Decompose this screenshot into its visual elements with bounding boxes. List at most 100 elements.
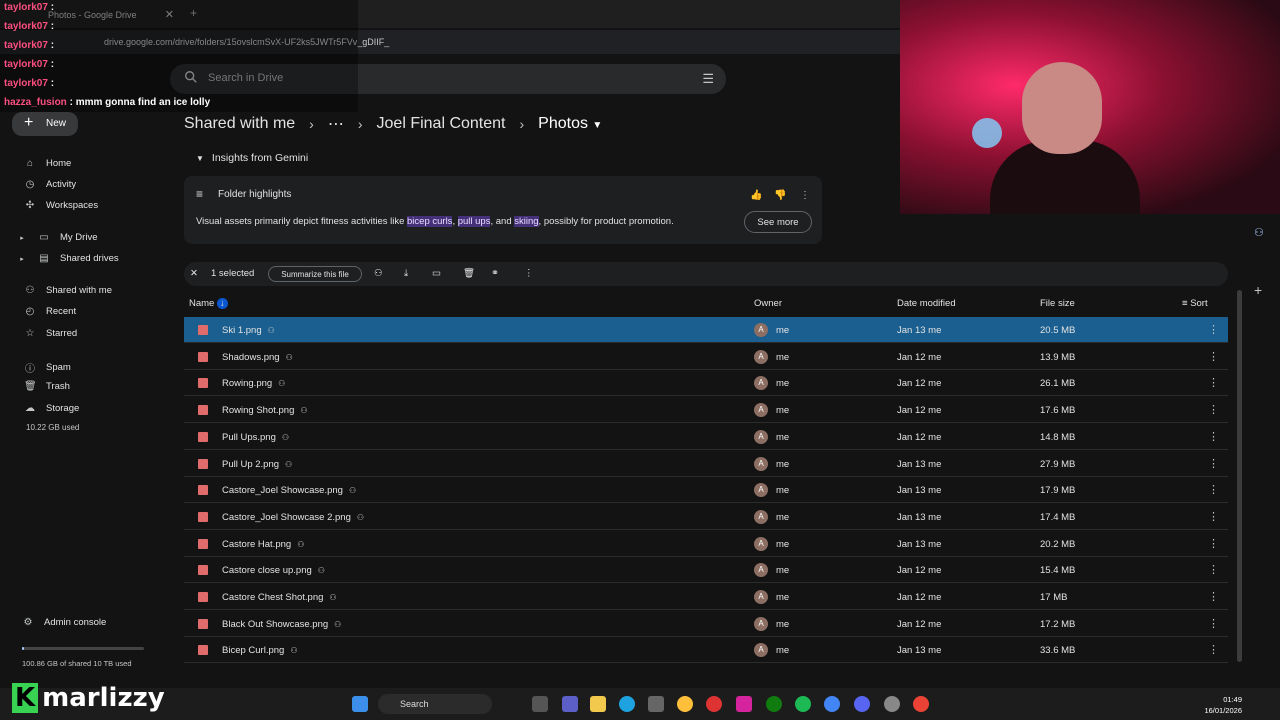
- file-name[interactable]: Castore Hat.png ⚇: [222, 539, 304, 550]
- more-vert-icon[interactable]: ⋮: [1208, 483, 1219, 496]
- move-icon[interactable]: ▭: [432, 268, 441, 279]
- highlight-skiing[interactable]: skiing: [514, 216, 539, 227]
- taskbar-search[interactable]: Search: [378, 694, 492, 714]
- delete-icon[interactable]: 🗑: [463, 268, 475, 279]
- clock[interactable]: 01:49 16/01/2026: [1204, 694, 1242, 716]
- more-vert-icon[interactable]: ⋮: [524, 268, 534, 279]
- sidebar-item-my-drive[interactable]: ▸ ▭ My Drive: [16, 232, 97, 243]
- breadcrumb-shared[interactable]: Shared with me: [184, 115, 295, 133]
- file-name[interactable]: Shadows.png ⚇: [222, 352, 293, 363]
- file-name[interactable]: Castore close up.png ⚇: [222, 565, 325, 576]
- more-vert-icon[interactable]: ⋮: [1208, 617, 1219, 630]
- more-vert-icon[interactable]: ⋮: [1208, 376, 1219, 389]
- file-name[interactable]: Castore Chest Shot.png ⚇: [222, 592, 337, 603]
- scrollbar[interactable]: [1237, 290, 1242, 662]
- more-vert-icon[interactable]: ⋮: [1208, 350, 1219, 363]
- table-row[interactable]: Pull Up 2.png ⚇ Ame Jan 13 me 27.9 MB ⋮: [184, 451, 1228, 477]
- summarize-button[interactable]: Summarize this file: [268, 266, 362, 282]
- expand-icon[interactable]: ▸: [16, 234, 28, 242]
- file-name[interactable]: Pull Up 2.png ⚇: [222, 459, 292, 470]
- table-row[interactable]: Castore_Joel Showcase 2.png ⚇ Ame Jan 13 me…: [184, 504, 1228, 530]
- discord-icon[interactable]: [854, 696, 870, 712]
- spotify-icon[interactable]: [795, 696, 811, 712]
- app-icon[interactable]: [677, 696, 693, 712]
- table-row[interactable]: Rowing Shot.png ⚇ Ame Jan 12 me 17.6 MB ⋮: [184, 397, 1228, 424]
- store-icon[interactable]: [648, 696, 664, 712]
- teams-icon[interactable]: [562, 696, 578, 712]
- file-name[interactable]: Rowing.png ⚇: [222, 378, 285, 389]
- more-vert-icon[interactable]: ⋮: [1208, 403, 1219, 416]
- column-size[interactable]: File size: [1040, 298, 1075, 309]
- column-owner[interactable]: Owner: [754, 298, 782, 309]
- file-name[interactable]: Castore_Joel Showcase 2.png ⚇: [222, 512, 364, 523]
- edge-icon[interactable]: [619, 696, 635, 712]
- breadcrumb-current[interactable]: Photos ▼: [538, 115, 602, 133]
- sidebar-item-shared-drives[interactable]: ▸ ▤ Shared drives: [16, 253, 118, 264]
- more-vert-icon[interactable]: ⋮: [1208, 430, 1219, 443]
- search-options-icon[interactable]: ☰: [702, 71, 714, 87]
- table-row[interactable]: Ski 1.png ⚇ Ame Jan 13 me 20.5 MB ⋮: [184, 317, 1228, 343]
- obs-icon[interactable]: [884, 696, 900, 712]
- file-name[interactable]: Pull Ups.png ⚇: [222, 432, 289, 443]
- sidebar-item-spam[interactable]: ⓘ Spam: [24, 360, 71, 375]
- more-vert-icon[interactable]: ⋮: [1208, 457, 1219, 470]
- table-row[interactable]: Bicep Curl.png ⚇ Ame Jan 13 me 33.6 MB ⋮: [184, 637, 1228, 664]
- clear-selection-icon[interactable]: ✕: [190, 268, 198, 279]
- sort-button[interactable]: ≡ Sort: [1182, 298, 1208, 309]
- xbox-icon[interactable]: [766, 696, 782, 712]
- table-row[interactable]: Castore Hat.png ⚇ Ame Jan 13 me 20.2 MB ⋮: [184, 531, 1228, 557]
- file-name[interactable]: Ski 1.png ⚇: [222, 325, 275, 336]
- sidebar-item-recent[interactable]: ◴ Recent: [24, 306, 76, 317]
- sidebar-item-starred[interactable]: ☆ Starred: [24, 328, 78, 339]
- table-row[interactable]: Castore_Joel Showcase.png ⚇ Ame Jan 13 me 17…: [184, 477, 1228, 504]
- table-row[interactable]: Castore Chest Shot.png ⚇ Ame Jan 12 me 17 MB…: [184, 584, 1228, 610]
- more-vert-icon[interactable]: ⋮: [800, 190, 810, 201]
- admin-console-link[interactable]: ⚙ Admin console: [22, 617, 107, 628]
- sidebar-item-storage[interactable]: ☁ Storage: [24, 403, 79, 414]
- sidebar-item-activity[interactable]: ◷ Activity: [24, 179, 76, 190]
- arrow-down-icon[interactable]: ↓: [216, 298, 228, 309]
- sidebar-item-trash[interactable]: 🗑 Trash: [24, 381, 70, 392]
- file-name[interactable]: Black Out Showcase.png ⚇: [222, 619, 341, 630]
- highlight-pullups[interactable]: pull ups: [457, 216, 491, 227]
- more-crumbs-icon[interactable]: ⋯: [328, 114, 344, 134]
- contacts-icon[interactable]: ⚇: [1254, 226, 1264, 239]
- table-row[interactable]: Shadows.png ⚇ Ame Jan 12 me 13.9 MB ⋮: [184, 344, 1228, 370]
- more-vert-icon[interactable]: ⋮: [1208, 323, 1219, 336]
- file-name[interactable]: Bicep Curl.png ⚇: [222, 645, 297, 656]
- add-panel-icon[interactable]: +: [1254, 282, 1262, 298]
- link-icon[interactable]: ⚭: [491, 268, 499, 279]
- sidebar-item-workspaces[interactable]: ✣ Workspaces: [24, 200, 98, 211]
- more-vert-icon[interactable]: ⋮: [1208, 510, 1219, 523]
- column-name[interactable]: Name ↓: [189, 298, 228, 309]
- table-row[interactable]: Rowing.png ⚇ Ame Jan 12 me 26.1 MB ⋮: [184, 370, 1228, 397]
- breadcrumb-folder[interactable]: Joel Final Content: [377, 115, 506, 133]
- file-name[interactable]: Castore_Joel Showcase.png ⚇: [222, 485, 356, 496]
- sidebar-item-shared-with-me[interactable]: ⚇ Shared with me: [24, 285, 113, 296]
- file-name[interactable]: Rowing Shot.png ⚇: [222, 405, 308, 416]
- chrome-icon[interactable]: [824, 696, 840, 712]
- more-vert-icon[interactable]: ⋮: [1208, 590, 1219, 603]
- explorer-icon[interactable]: [590, 696, 606, 712]
- thumbs-up-icon[interactable]: 👍: [750, 190, 762, 201]
- chrome-alt-icon[interactable]: [913, 696, 929, 712]
- column-modified[interactable]: Date modified: [897, 298, 956, 309]
- instagram-icon[interactable]: [736, 696, 752, 712]
- more-vert-icon[interactable]: ⋮: [1208, 563, 1219, 576]
- opera-icon[interactable]: [706, 696, 722, 712]
- more-vert-icon[interactable]: ⋮: [1208, 537, 1219, 550]
- table-row[interactable]: Pull Ups.png ⚇ Ame Jan 12 me 14.8 MB ⋮: [184, 424, 1228, 450]
- highlight-bicep[interactable]: bicep curls: [407, 216, 453, 227]
- table-row[interactable]: Black Out Showcase.png ⚇ Ame Jan 12 me 17.2 …: [184, 611, 1228, 637]
- thumbs-down-icon[interactable]: 👎: [774, 190, 786, 201]
- download-icon[interactable]: ⤓: [404, 268, 408, 279]
- share-icon[interactable]: ⚇: [374, 268, 383, 279]
- table-row[interactable]: Castore close up.png ⚇ Ame Jan 12 me 15.4 MB…: [184, 557, 1228, 584]
- more-vert-icon[interactable]: ⋮: [1208, 643, 1219, 656]
- new-button[interactable]: + New: [12, 112, 78, 136]
- expand-icon[interactable]: ▸: [16, 255, 28, 263]
- task-view-icon[interactable]: [532, 696, 548, 712]
- sidebar-item-home[interactable]: ⌂ Home: [24, 158, 71, 169]
- windows-start-icon[interactable]: [352, 696, 368, 712]
- insights-toggle[interactable]: ▼ Insights from Gemini: [196, 152, 308, 164]
